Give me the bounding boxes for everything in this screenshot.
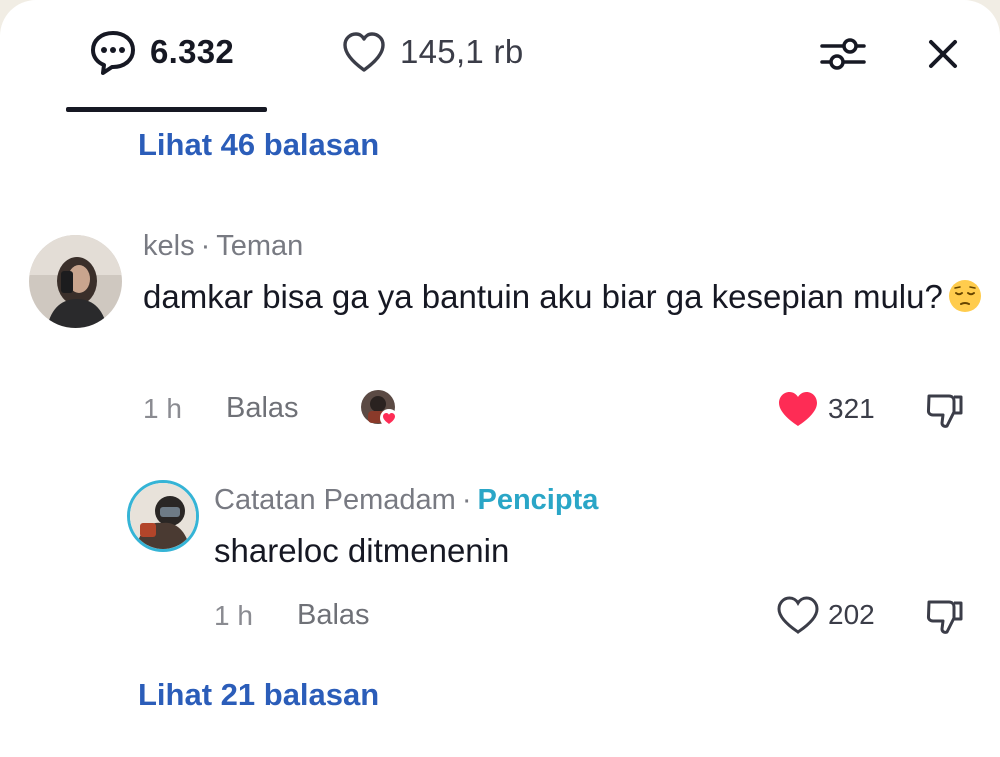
view-replies-link[interactable]: Lihat 21 balasan [138,677,379,713]
creator-liked-avatar-icon [361,390,398,427]
heart-outline-icon [777,596,819,634]
pensive-face-icon [948,280,981,312]
comment-author[interactable]: kels [143,230,195,262]
reply-text: shareloc ditmenenin [214,532,510,569]
dislike-button[interactable] [920,385,970,435]
user-avatar-image [29,235,122,328]
filter-button[interactable] [817,28,869,80]
reply-author[interactable]: Catatan Pemadam [214,484,456,516]
close-button[interactable] [917,28,969,80]
avatar[interactable] [29,235,122,328]
comment-bubble-icon [91,31,135,75]
tab-likes[interactable]: 145,1 rb [340,26,524,78]
like-count: 321 [828,393,875,424]
heart-outline-icon [343,32,385,72]
dislike-button[interactable] [920,591,970,641]
reply-button[interactable]: Balas [297,599,370,632]
view-replies-link[interactable]: Lihat 46 balasan [138,127,379,163]
comment-body: damkar bisa ga ya bantuin aku biar ga ke… [143,278,943,315]
creator-avatar-image [130,483,196,549]
comment-text: damkar bisa ga ya bantuin aku biar ga ke… [143,273,988,321]
heart-filled-icon [779,392,817,426]
comments-count: 6.332 [150,33,235,70]
creator-badge: Pencipta [477,484,599,516]
comment-meta: kels · Teman [143,230,303,263]
comment-time: 1 h [143,393,182,424]
creator-avatar[interactable] [127,480,199,552]
like-button[interactable]: 321 [776,388,875,430]
comments-header: 6.332 145,1 rb [0,0,1000,115]
friend-label: Teman [216,230,304,262]
reply-button[interactable]: Balas [226,392,299,425]
comments-sheet: 6.332 145,1 rb Lihat 46 balasan kels · T… [0,0,1000,757]
meta-separator: · [461,484,472,516]
meta-separator: · [200,230,211,262]
thumbs-down-icon [926,394,963,428]
reply-time: 1 h [214,600,253,631]
close-icon [929,40,957,68]
tab-comments[interactable]: 6.332 [88,26,234,78]
likes-count: 145,1 rb [400,33,524,70]
like-count: 202 [828,599,875,630]
thumbs-down-icon [926,600,963,634]
like-button[interactable]: 202 [776,594,875,636]
active-tab-indicator [66,107,267,112]
reply-meta: Catatan Pemadam · Pencipta [214,484,598,517]
sliders-icon [820,38,866,70]
